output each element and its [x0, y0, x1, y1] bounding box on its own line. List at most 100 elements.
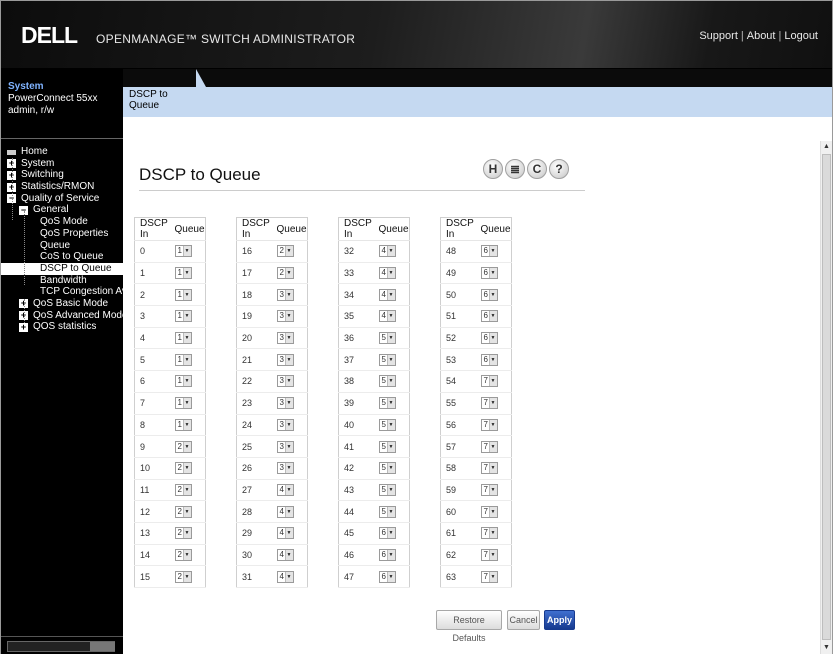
queue-select[interactable]: 3 — [276, 418, 294, 431]
queue-select[interactable]: 7 — [480, 527, 498, 540]
queue-select[interactable]: 7 — [480, 397, 498, 410]
queue-select[interactable]: 1 — [174, 418, 192, 431]
restore-defaults-button[interactable]: Restore Defaults — [436, 610, 502, 643]
queue-select[interactable]: 7 — [480, 375, 498, 388]
queue-select[interactable]: 1 — [174, 245, 192, 258]
sidebar-item-qos-mode[interactable]: QoS Mode — [1, 216, 123, 228]
queue-select[interactable]: 1 — [174, 267, 192, 280]
queue-select[interactable]: 4 — [378, 288, 396, 301]
queue-select[interactable]: 1 — [174, 353, 192, 366]
queue-select[interactable]: 3 — [276, 332, 294, 345]
scroll-up-icon[interactable]: ▲ — [821, 141, 832, 153]
queue-select[interactable]: 2 — [174, 527, 192, 540]
queue-select[interactable]: 4 — [276, 505, 294, 518]
queue-select[interactable]: 6 — [480, 288, 498, 301]
save-icon[interactable]: H — [483, 159, 503, 179]
queue-select[interactable]: 3 — [276, 440, 294, 453]
tab-dscp-to-queue[interactable]: DSCP to Queue — [123, 69, 206, 111]
cancel-button[interactable]: Cancel — [507, 610, 540, 630]
sidebar-item-home[interactable]: Home — [1, 146, 123, 158]
sidebar-item-qos-statistics[interactable]: + QOS statistics — [1, 321, 123, 333]
queue-select[interactable]: 3 — [276, 310, 294, 323]
about-link[interactable]: About — [747, 30, 776, 42]
queue-select[interactable]: 1 — [174, 288, 192, 301]
tab-bar: DSCP to Queue — [123, 69, 832, 117]
expand-icon[interactable]: + — [19, 322, 28, 332]
queue-select[interactable]: 1 — [174, 310, 192, 323]
queue-select[interactable]: 3 — [276, 353, 294, 366]
scroll-down-icon[interactable]: ▼ — [821, 642, 832, 654]
sidebar-scroll-track[interactable] — [7, 641, 115, 652]
sidebar-item-tcp-congestion-avoi[interactable]: TCP Congestion Avoi — [1, 286, 135, 298]
support-link[interactable]: Support — [699, 30, 738, 42]
queue-select[interactable]: 5 — [378, 375, 396, 388]
queue-select[interactable]: 5 — [378, 332, 396, 345]
sidebar-item-queue[interactable]: Queue — [1, 240, 123, 252]
queue-select[interactable]: 3 — [276, 462, 294, 475]
queue-select[interactable]: 4 — [276, 548, 294, 561]
queue-select[interactable]: 5 — [378, 440, 396, 453]
main-scroll-thumb[interactable] — [822, 154, 831, 640]
queue-select[interactable]: 4 — [378, 267, 396, 280]
help-icon[interactable]: ? — [549, 159, 569, 179]
queue-select[interactable]: 6 — [378, 570, 396, 583]
queue-select[interactable]: 7 — [480, 440, 498, 453]
queue-select[interactable]: 2 — [174, 505, 192, 518]
queue-select[interactable]: 6 — [378, 527, 396, 540]
queue-select[interactable]: 5 — [378, 397, 396, 410]
queue-select[interactable]: 1 — [174, 332, 192, 345]
sidebar-item-quality-of-service[interactable]: − Quality of Service — [1, 193, 123, 205]
logout-link[interactable]: Logout — [784, 30, 818, 42]
queue-select[interactable]: 6 — [480, 245, 498, 258]
queue-select[interactable]: 2 — [174, 548, 192, 561]
queue-select[interactable]: 3 — [276, 288, 294, 301]
refresh-icon[interactable]: C — [527, 159, 547, 179]
queue-select[interactable]: 7 — [480, 570, 498, 583]
queue-select[interactable]: 2 — [276, 267, 294, 280]
queue-select[interactable]: 6 — [480, 310, 498, 323]
sidebar-item-qos-advanced-mode[interactable]: + QoS Advanced Mode — [1, 310, 128, 322]
queue-select[interactable]: 4 — [276, 527, 294, 540]
queue-select[interactable]: 7 — [480, 483, 498, 496]
sidebar-item-general[interactable]: − General — [1, 204, 123, 216]
queue-select[interactable]: 1 — [174, 375, 192, 388]
queue-select[interactable]: 2 — [174, 440, 192, 453]
queue-select[interactable]: 5 — [378, 418, 396, 431]
queue-select[interactable]: 6 — [480, 353, 498, 366]
apply-button[interactable]: Apply — [544, 610, 575, 630]
queue-select[interactable]: 4 — [378, 310, 396, 323]
sidebar-item-bandwidth[interactable]: Bandwidth — [1, 275, 123, 287]
queue-select[interactable]: 6 — [480, 267, 498, 280]
queue-select[interactable]: 2 — [174, 570, 192, 583]
queue-select[interactable]: 2 — [174, 462, 192, 475]
queue-select[interactable]: 7 — [480, 418, 498, 431]
print-icon[interactable]: ≣ — [505, 159, 525, 179]
queue-select[interactable]: 5 — [378, 483, 396, 496]
queue-select[interactable]: 2 — [174, 483, 192, 496]
queue-select[interactable]: 7 — [480, 505, 498, 518]
queue-select[interactable]: 1 — [174, 397, 192, 410]
sidebar-item-cos-to-queue[interactable]: CoS to Queue — [1, 251, 123, 263]
queue-select[interactable]: 6 — [378, 548, 396, 561]
sidebar-item-qos-properties[interactable]: QoS Properties — [1, 228, 123, 240]
sidebar-item-qos-basic-mode[interactable]: + QoS Basic Mode — [1, 298, 123, 310]
queue-select[interactable]: 2 — [276, 245, 294, 258]
sidebar-item-switching[interactable]: + Switching — [1, 169, 123, 181]
sidebar-item-dscp-to-queue[interactable]: DSCP to Queue — [1, 262, 123, 275]
queue-select[interactable]: 5 — [378, 462, 396, 475]
queue-select[interactable]: 7 — [480, 548, 498, 561]
queue-select[interactable]: 5 — [378, 353, 396, 366]
queue-select[interactable]: 7 — [480, 462, 498, 475]
sidebar-scrollbar[interactable] — [1, 636, 123, 654]
queue-select[interactable]: 4 — [276, 483, 294, 496]
sidebar-item-system[interactable]: + System — [1, 158, 123, 170]
queue-select[interactable]: 4 — [378, 245, 396, 258]
main-scrollbar[interactable]: ▲ ▼ — [820, 141, 832, 654]
queue-select[interactable]: 5 — [378, 505, 396, 518]
queue-select[interactable]: 3 — [276, 375, 294, 388]
queue-select[interactable]: 6 — [480, 332, 498, 345]
sidebar-item-statistics-rmon[interactable]: + Statistics/RMON — [1, 181, 123, 193]
queue-select[interactable]: 4 — [276, 570, 294, 583]
queue-select[interactable]: 3 — [276, 397, 294, 410]
sidebar-scroll-thumb[interactable] — [90, 642, 115, 651]
